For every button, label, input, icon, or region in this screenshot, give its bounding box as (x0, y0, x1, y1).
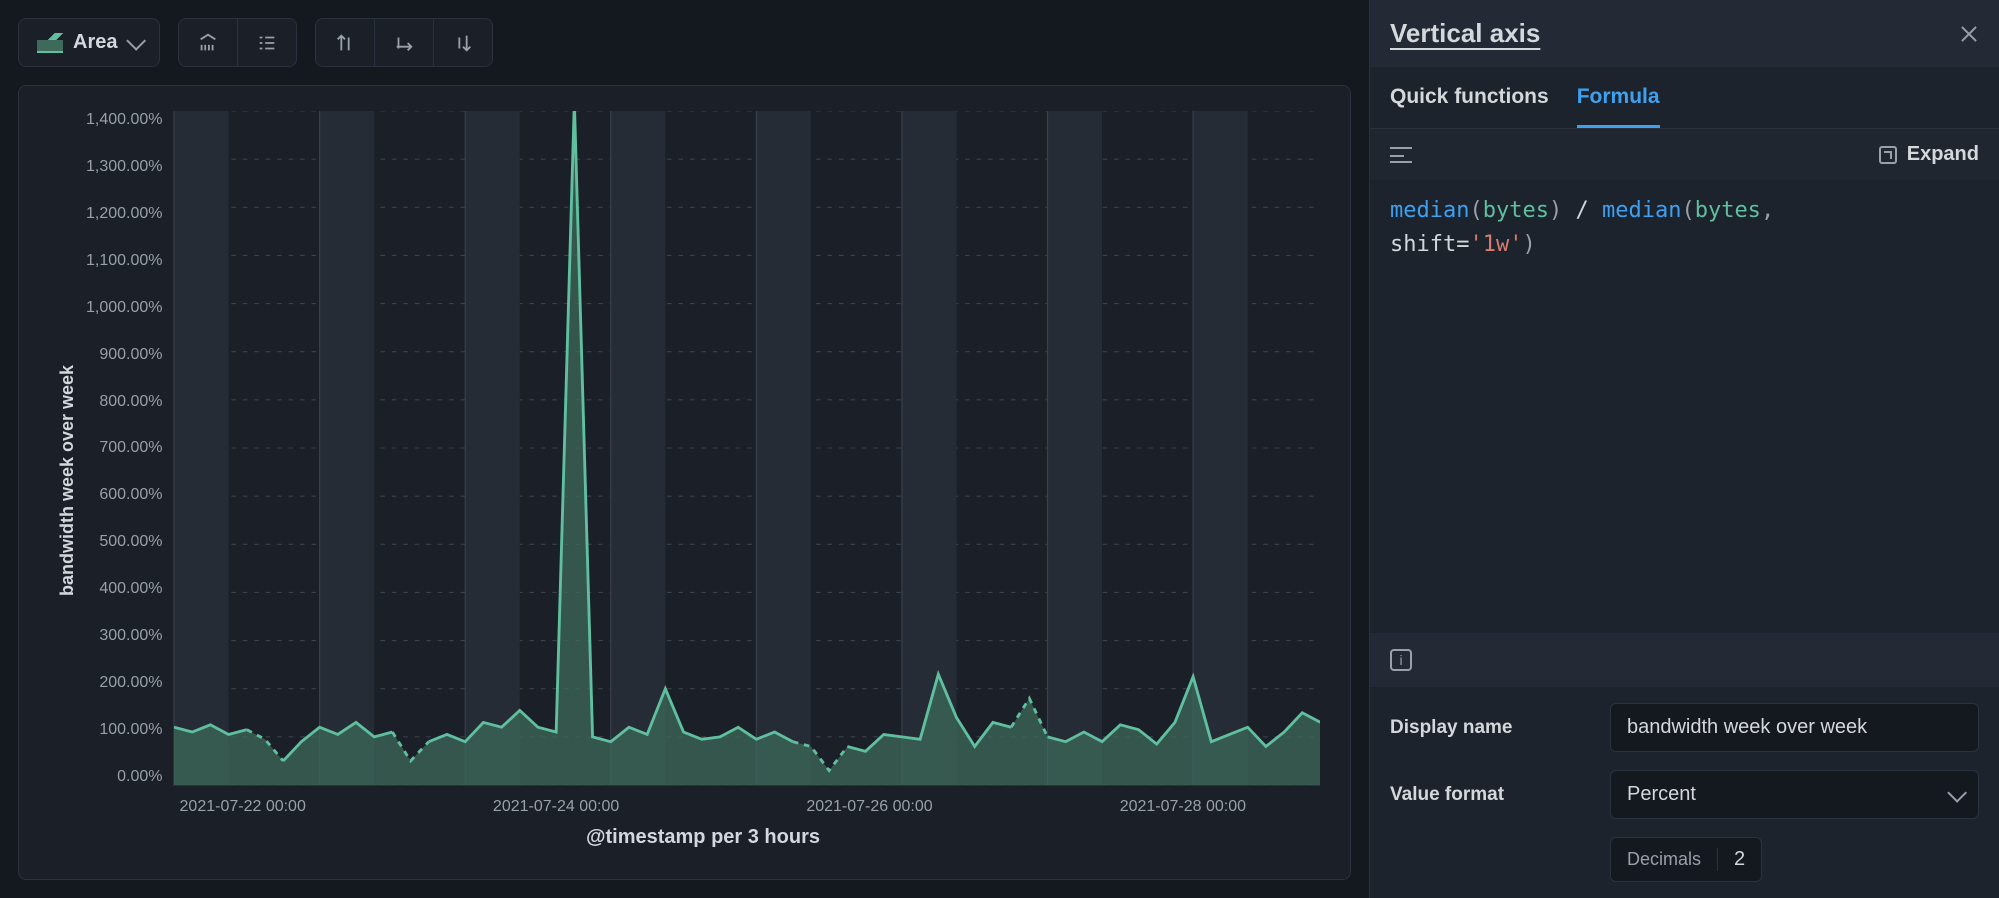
word-wrap-icon[interactable] (1390, 147, 1412, 163)
formula-editor[interactable]: median(bytes) / median(bytes, shift='1w'… (1370, 180, 1999, 633)
expand-label: Expand (1907, 143, 1979, 166)
legend-button[interactable] (237, 19, 296, 66)
reference-icon[interactable]: i (1390, 649, 1412, 671)
chart-plot-area[interactable] (173, 111, 1320, 786)
area-chart-icon (37, 33, 63, 53)
chart-type-selector[interactable]: Area (19, 19, 159, 66)
chart-toolbar: Area (18, 18, 1351, 67)
display-name-label: Display name (1390, 717, 1590, 739)
left-axis-button[interactable] (316, 19, 374, 66)
sort-icon (452, 32, 474, 54)
value-format-label: Value format (1390, 784, 1590, 806)
reference-bar: i (1370, 633, 1999, 687)
close-icon[interactable] (1959, 24, 1979, 44)
brush-button[interactable] (179, 19, 237, 66)
decimals-input[interactable]: Decimals 2 (1610, 837, 1762, 882)
right-axis-button[interactable] (433, 19, 492, 66)
chevron-down-icon (1947, 782, 1967, 802)
value-format-value: Percent (1627, 783, 1696, 806)
chart-card: bandwidth week over week 1,400.00%1,300.… (18, 85, 1351, 880)
x-axis-ticks: 2021-07-22 00:002021-07-24 00:002021-07-… (86, 786, 1320, 808)
x-axis-label: @timestamp per 3 hours (86, 826, 1320, 849)
panel-title: Vertical axis (1390, 18, 1540, 49)
bottom-axis-button[interactable] (374, 19, 433, 66)
y-axis-label: bandwidth week over week (49, 111, 86, 849)
expand-button[interactable]: Expand (1879, 143, 1979, 166)
brush-icon (197, 32, 219, 54)
expand-icon (1879, 146, 1897, 164)
config-panel: Vertical axis Quick functions Formula Ex… (1369, 0, 1999, 898)
value-format-select[interactable]: Percent (1610, 770, 1979, 819)
legend-icon (256, 32, 278, 54)
decimals-value: 2 (1717, 848, 1745, 871)
chevron-down-icon (127, 30, 147, 50)
y-axis-ticks: 1,400.00%1,300.00%1,200.00%1,100.00%1,00… (86, 111, 173, 786)
chart-type-label: Area (73, 31, 117, 54)
decimals-label: Decimals (1627, 849, 1701, 870)
swap-vert-icon (334, 32, 356, 54)
swap-horiz-icon (393, 32, 415, 54)
display-name-input[interactable] (1610, 703, 1979, 752)
tab-formula[interactable]: Formula (1577, 85, 1660, 128)
panel-tabs: Quick functions Formula (1370, 67, 1999, 129)
tab-quick-functions[interactable]: Quick functions (1390, 85, 1549, 128)
